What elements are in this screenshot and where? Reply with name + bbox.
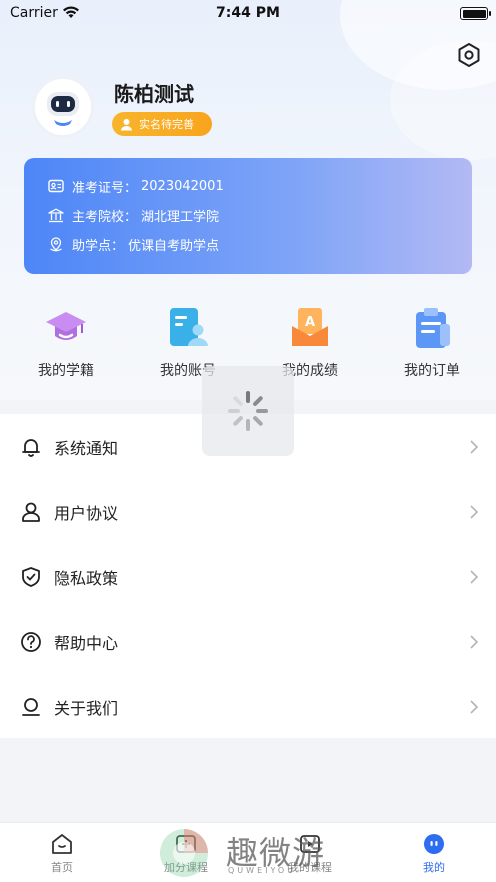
my-course-icon: [300, 835, 320, 853]
menu-item-privacy-policy[interactable]: 隐私政策: [0, 544, 496, 609]
avatar[interactable]: [32, 76, 94, 138]
verify-badge-label: 实名待完善: [139, 118, 194, 131]
school-value: 湖北理工学院: [141, 209, 220, 225]
tab-label: 首页: [51, 861, 73, 874]
settings-hex-icon[interactable]: [456, 42, 482, 68]
username: 陈柏测试: [114, 82, 194, 106]
tab-label: 我的: [423, 861, 445, 874]
menu-item-label: 用户协议: [54, 503, 119, 523]
school-label: 主考院校：: [72, 209, 138, 225]
study-center-value: 优课自考助学点: [128, 238, 220, 254]
chevron-right-icon: [470, 569, 479, 584]
svg-text:A: A: [305, 315, 315, 330]
chevron-right-icon: [470, 634, 479, 649]
menu-item-label: 帮助中心: [54, 633, 119, 653]
quick-action-student-record[interactable]: 我的学籍: [4, 306, 128, 380]
plus-course-icon: [176, 835, 196, 853]
about-icon: [22, 697, 40, 716]
tab-my-courses[interactable]: 我的课程: [248, 833, 372, 875]
chevron-right-icon: [470, 699, 479, 714]
robot-avatar-icon: [47, 92, 79, 126]
tab-bonus-courses[interactable]: 加分课程: [124, 833, 248, 875]
loading-spinner: [202, 366, 294, 456]
student-info-card: 准考证号： 2023042001 主考院校： 湖北理工学院 助学点： 优课自考助…: [24, 158, 472, 274]
tab-mine[interactable]: 我的: [372, 833, 496, 875]
exam-id-row: 准考证号： 2023042001: [48, 176, 224, 196]
person-icon: [121, 118, 132, 130]
bell-icon: [22, 438, 40, 457]
grade-envelope-icon: A: [292, 308, 328, 346]
settings-menu: 系统通知 用户协议 隐私政策 帮助中心 关于我们: [0, 414, 496, 739]
tab-label: 加分课程: [164, 861, 208, 874]
home-icon: [52, 834, 72, 854]
battery-icon: [460, 7, 491, 20]
menu-item-label: 隐私政策: [54, 568, 119, 588]
menu-item-user-agreement[interactable]: 用户协议: [0, 479, 496, 544]
chevron-right-icon: [470, 439, 479, 454]
study-center-row: 助学点： 优课自考助学点: [48, 234, 219, 254]
study-center-label: 助学点：: [72, 238, 125, 254]
bottom-tab-bar: 首页 加分课程 我的课程 我的: [0, 822, 496, 882]
quick-action-orders[interactable]: 我的订单: [370, 306, 494, 380]
verify-status-badge[interactable]: 实名待完善: [112, 112, 212, 136]
clock: 7:44 PM: [216, 5, 280, 21]
account-card-icon: [170, 308, 208, 346]
question-circle-icon: [21, 631, 41, 652]
order-clipboard-icon: [416, 308, 450, 348]
bottom-filler: [0, 738, 496, 822]
user-icon: [22, 502, 40, 522]
quick-action-label: 我的订单: [404, 363, 460, 379]
school-building-icon: [48, 208, 64, 222]
school-row: 主考院校： 湖北理工学院: [48, 205, 219, 225]
graduation-cap-icon: [46, 312, 86, 340]
status-bar: Carrier 7:44 PM: [0, 0, 496, 26]
quick-action-label: 我的学籍: [38, 363, 94, 379]
spinner-icon: [228, 391, 268, 431]
shield-check-icon: [22, 566, 40, 587]
id-card-icon: [48, 179, 64, 193]
menu-item-label: 关于我们: [54, 698, 119, 718]
chevron-right-icon: [470, 504, 479, 519]
menu-item-label: 系统通知: [54, 438, 119, 458]
location-pin-icon: [50, 236, 62, 251]
menu-item-help-center[interactable]: 帮助中心: [0, 609, 496, 674]
exam-id-value: 2023042001: [141, 178, 224, 194]
menu-item-about-us[interactable]: 关于我们: [0, 674, 496, 739]
tab-label: 我的课程: [288, 861, 332, 874]
tab-home[interactable]: 首页: [0, 833, 124, 875]
robot-face-icon: [424, 834, 444, 854]
exam-id-label: 准考证号：: [72, 180, 138, 196]
